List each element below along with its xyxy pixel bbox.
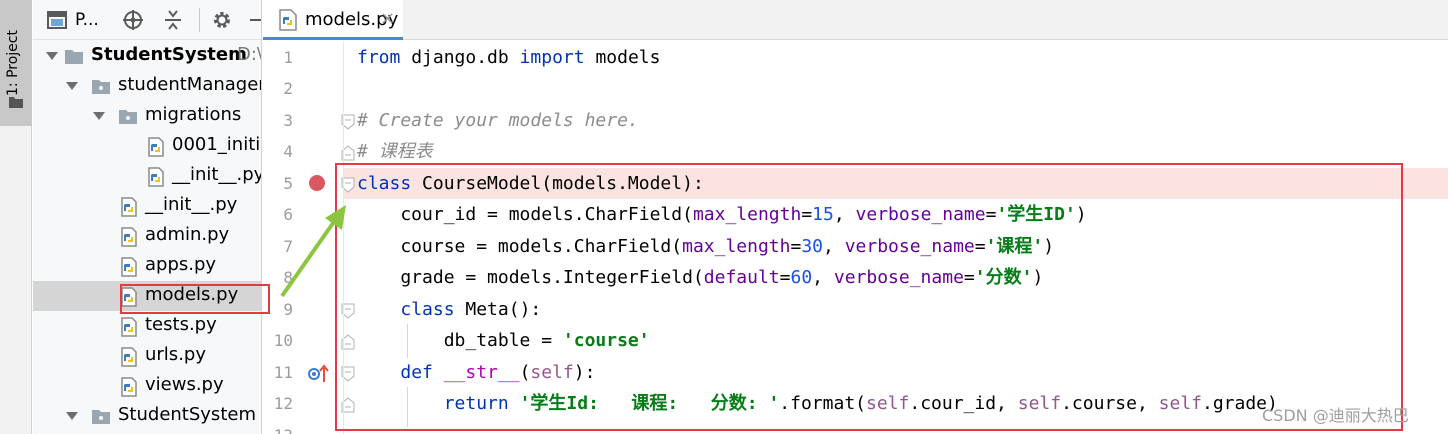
tree-item-label: apps.py (145, 254, 217, 275)
annotation-box-models-file (120, 284, 270, 314)
line-number: 1 (283, 48, 293, 67)
locate-icon (123, 10, 143, 30)
folder-icon (64, 47, 84, 67)
python-file-icon (119, 257, 139, 277)
package-icon (91, 77, 111, 97)
python-file-icon (119, 317, 139, 337)
tree-item[interactable]: views.py (33, 371, 261, 401)
package-icon (91, 407, 111, 427)
tree-item-label: tests.py (145, 314, 217, 335)
annotation-box-model-code (335, 163, 1403, 431)
keyword: from (357, 47, 401, 68)
tree-item[interactable]: urls.py (33, 341, 261, 371)
code-line-3[interactable]: # Create your models here. (357, 105, 639, 136)
project-panel: P... StudentSystem D:\ studentManager migra… (33, 0, 262, 434)
tree-item[interactable]: studentManager (33, 71, 262, 101)
line-number: 4 (283, 142, 293, 161)
code-line-1[interactable]: from django.db import models (357, 42, 660, 73)
settings-gear-icon (214, 12, 230, 28)
python-file-icon (119, 377, 139, 397)
python-file-icon (146, 167, 166, 187)
project-view-switcher[interactable]: P... (47, 0, 99, 40)
project-panel-title: P... (75, 10, 99, 30)
line-number: 5 (283, 174, 293, 193)
python-file-icon (279, 9, 297, 31)
tree-item-label: urls.py (145, 344, 206, 365)
tree-item-label: studentManager (118, 74, 262, 95)
tab-models-py[interactable]: models.py × (263, 0, 403, 40)
tree-item[interactable]: __init__.py (33, 191, 261, 221)
chevron-down-icon[interactable] (66, 82, 78, 90)
python-file-icon (146, 137, 166, 157)
project-tab-label: 1: Project (5, 30, 21, 96)
locate-button[interactable] (122, 0, 144, 40)
collapse-icon (165, 10, 181, 30)
tree-item-label: __init__.py (172, 164, 262, 185)
tree-item[interactable]: __init__.py (33, 161, 262, 191)
python-file-icon (119, 347, 139, 367)
hide-icon (250, 19, 261, 21)
line-number: 12 (273, 394, 293, 413)
tree-item-label: StudentSystem (118, 404, 256, 425)
tree-item[interactable]: admin.py (33, 221, 261, 251)
tree-item-label: 0001_initia (172, 134, 262, 155)
tab-close-icon[interactable]: × (380, 8, 395, 29)
tree-item[interactable]: StudentSystem D:\ (33, 41, 262, 71)
annotation-arrow (280, 205, 346, 298)
tree-item-label: admin.py (145, 224, 230, 245)
chevron-down-icon[interactable] (66, 412, 78, 420)
tree-item-label: __init__.py (145, 194, 238, 215)
breakpoint-icon[interactable] (308, 174, 326, 192)
tree-item[interactable]: apps.py (33, 251, 261, 281)
project-tool-tab[interactable]: 1: Project (0, 0, 32, 126)
tree-item[interactable]: tests.py (33, 311, 261, 341)
editor-tab-bar: models.py × (263, 0, 1448, 40)
override-gutter-icon[interactable] (307, 364, 329, 384)
line-number: 11 (273, 363, 293, 382)
tool-window-strip: 1: Project (0, 0, 32, 434)
tree-item[interactable]: 0001_initia (33, 131, 262, 161)
line-number: 3 (283, 111, 293, 130)
settings-button[interactable] (211, 0, 233, 40)
code-text: django.db (400, 47, 520, 68)
line-number: 2 (283, 79, 293, 98)
line-number: 10 (273, 331, 293, 350)
tree-item-label: migrations (145, 104, 242, 125)
comment: # Create your models here. (357, 110, 639, 131)
collapse-all-button[interactable] (163, 0, 183, 40)
divider (199, 0, 200, 40)
project-panel-toolbar: P... (33, 0, 261, 40)
hide-panel-button[interactable] (249, 0, 261, 40)
tree-item[interactable]: migrations (33, 101, 261, 131)
tree-item-path: D:\ (237, 44, 262, 65)
package-icon (118, 107, 138, 127)
chevron-down-icon[interactable] (46, 52, 58, 60)
tree-item[interactable]: StudentSystem (33, 401, 261, 431)
python-file-icon (119, 197, 139, 217)
code-text: models (584, 47, 661, 68)
project-view-icon (47, 11, 67, 29)
tree-item-label: StudentSystem (91, 44, 247, 65)
keyword: import (519, 47, 585, 68)
folder-icon (9, 97, 23, 108)
chevron-down-icon[interactable] (93, 112, 105, 120)
python-file-icon (119, 227, 139, 247)
comment: # 课程表 (357, 141, 433, 162)
watermark: CSDN @迪丽大热巴 (1262, 406, 1409, 425)
line-number: 13 (263, 426, 293, 434)
tree-item-label: views.py (145, 374, 224, 395)
